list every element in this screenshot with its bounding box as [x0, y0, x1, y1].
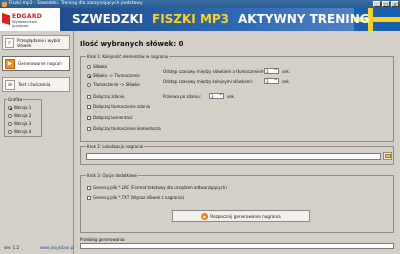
sidebar: ⌕ Przeglądanie i wybór słówek ▶ Generowa… [0, 31, 74, 254]
step2-group: Krok 2: Lokalizacja nagrania [80, 144, 394, 165]
sidebar-item-test[interactable]: ≡ Test i ćwiczenia [2, 77, 70, 92]
pause-unit: sek. [227, 94, 236, 99]
order-option-word[interactable]: Słówko [87, 64, 107, 69]
edgard-logo: EDGARD Wydawnictwo językowe [2, 10, 54, 29]
app-icon [2, 1, 7, 7]
maximize-button[interactable]: □ [382, 1, 390, 7]
order-option-word-translation[interactable]: Słówko -> Tłumaczenie [87, 73, 140, 78]
record-icon: ▶ [5, 58, 15, 69]
step1-title: Krok 1: Kolejność elementów w nagraniu [86, 54, 170, 59]
header-banner: EDGARD Wydawnictwo językowe SZWEDZKI FIS… [0, 8, 400, 31]
main-panel: Ilość wybranych słówek: 0 Krok 1: Kolejn… [76, 34, 397, 252]
window-title: Fiszki mp3 - Szwedzki. Trening dla zaczy… [9, 1, 143, 6]
logo-brand: EDGARD [12, 13, 43, 20]
version-text: ver. 1.2 [4, 245, 20, 250]
delay-word-unit: sek. [282, 69, 291, 74]
include-sentence-translation-checkbox[interactable]: Dołączaj tłumaczenie zdania [87, 104, 150, 109]
progress-label: Przebieg generowania: [80, 237, 126, 242]
delay-next-label: Odstęp czasowy między kolejnymi słówkami… [163, 79, 254, 84]
browse-folder-button[interactable] [383, 152, 392, 160]
banner-word-product: FISZKI MP3 [152, 12, 230, 26]
folder-icon [384, 154, 391, 158]
delay-word-spinner[interactable]: 3 [264, 68, 279, 74]
selected-words-count: Ilość wybranych słówek: 0 [80, 40, 184, 48]
banner-word-language: SZWEDZKI [72, 12, 144, 26]
step2-title: Krok 2: Lokalizacja nagrania [86, 144, 145, 149]
pause-label: Przerwa po zdaniu: [163, 94, 202, 99]
sidebar-item-browse[interactable]: ⌕ Przeglądanie i wybór słówek [2, 35, 70, 50]
minimize-button[interactable]: _ [373, 1, 381, 7]
grafika-option-1[interactable]: Wersja 1 [8, 105, 31, 110]
close-button[interactable]: × [391, 1, 399, 7]
sidebar-item-label: Przeglądanie i wybór słówek [17, 37, 61, 48]
grafika-option-2[interactable]: Wersja 2 [8, 113, 31, 118]
logo-subtitle: Wydawnictwo językowe [12, 20, 37, 28]
step1-group: Krok 1: Kolejność elementów w nagraniu S… [80, 54, 394, 142]
include-sentence-checkbox[interactable]: Dołączaj zdanie [87, 94, 124, 99]
sidebar-item-label: Test i ćwiczenia [18, 82, 51, 87]
sidebar-item-generate[interactable]: ▶ Generowanie nagrań [2, 56, 70, 71]
grafika-label: Grafika [7, 97, 24, 102]
grafika-group: Grafika Wersja 1 Wersja 2 Wersja 3 Wersj… [4, 97, 42, 137]
output-path-input[interactable] [86, 153, 381, 160]
start-generation-label: Rozpocznij generowanie nagrania [210, 213, 281, 219]
logo-mark-icon [2, 13, 10, 25]
banner-word-training: AKTYWNY TRENING [238, 12, 370, 26]
step3-title: Krok 3: Opcje dodatkowe [86, 173, 139, 178]
generate-txt-checkbox[interactable]: Generuj plik *.TXT (Wykaz słówek z nagra… [87, 195, 184, 200]
magnifier-icon: ⌕ [5, 37, 15, 48]
play-icon: ▶ [201, 212, 209, 220]
start-generation-button[interactable]: ▶ Rozpocznij generowanie nagrania [172, 210, 310, 222]
include-comment-checkbox[interactable]: Dołączaj komentarz [87, 115, 133, 120]
document-icon: ≡ [5, 79, 15, 90]
delay-next-unit: sek. [282, 79, 291, 84]
pause-spinner[interactable]: 3 [209, 93, 224, 99]
step3-group: Krok 3: Opcje dodatkowe Generuj plik *.L… [80, 173, 394, 233]
website-link[interactable]: www.jezykibox.pl [40, 245, 74, 250]
generation-progress-bar [80, 243, 394, 249]
delay-next-spinner[interactable]: 3 [264, 78, 279, 84]
window-titlebar: Fiszki mp3 - Szwedzki. Trening dla zaczy… [0, 0, 400, 8]
generate-lrc-checkbox[interactable]: Generuj plik *.LRC (Format tekstowy dla … [87, 185, 227, 190]
banner-bar: SZWEDZKI FISZKI MP3 AKTYWNY TRENING [60, 8, 400, 31]
delay-word-label: Odstęp czasowy między słówkiem a tłumacz… [163, 69, 266, 74]
grafika-option-3[interactable]: Wersja 3 [8, 121, 31, 126]
include-comment-translation-checkbox[interactable]: Dołączaj tłumaczenie komentarza [87, 126, 161, 131]
order-option-translation-word[interactable]: Tłumaczenie -> Słówko [87, 82, 140, 87]
grafika-option-4[interactable]: Wersja 4 [8, 129, 31, 134]
sidebar-item-label: Generowanie nagrań [18, 61, 62, 66]
